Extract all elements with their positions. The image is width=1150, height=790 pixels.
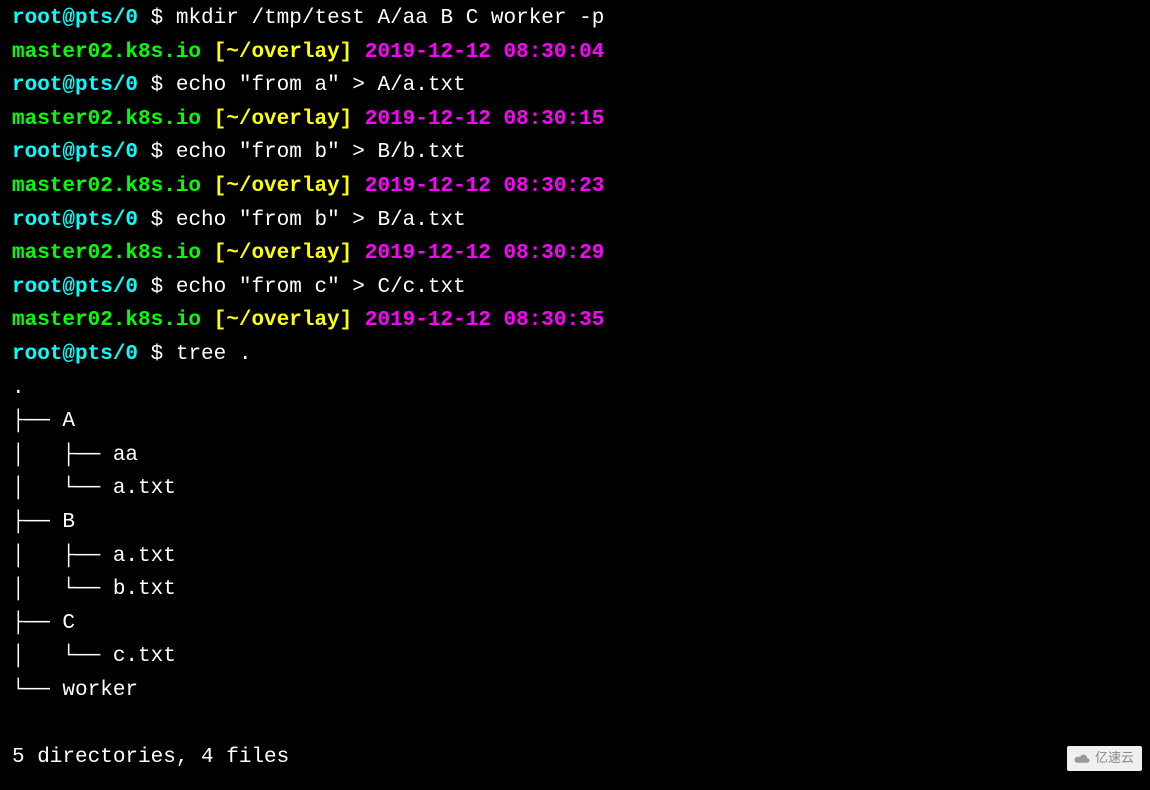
user-prompt: root@pts/0 (12, 141, 138, 164)
prompt-line: root@pts/0 $ mkdir /tmp/test A/aa B C wo… (12, 2, 1138, 36)
hostname: master02.k8s.io (12, 41, 201, 64)
path: [~/overlay] (214, 242, 353, 265)
hostname: master02.k8s.io (12, 175, 201, 198)
tree-output-root: . (12, 372, 1138, 406)
header-line: master02.k8s.io [~/overlay] 2019-12-12 0… (12, 170, 1138, 204)
header-line: master02.k8s.io [~/overlay] 2019-12-12 0… (12, 36, 1138, 70)
timestamp: 2019-12-12 08:30:23 (365, 175, 604, 198)
user-prompt: root@pts/0 (12, 276, 138, 299)
path: [~/overlay] (214, 41, 353, 64)
dollar-sign: $ (138, 7, 176, 30)
tree-output-line: ├── A (12, 405, 1138, 439)
timestamp: 2019-12-12 08:30:04 (365, 41, 604, 64)
watermark-badge: 亿速云 (1067, 746, 1142, 771)
command-text[interactable]: echo "from a" > A/a.txt (176, 74, 466, 97)
command-text[interactable]: tree . (176, 343, 252, 366)
tree-output-line: ├── B (12, 506, 1138, 540)
timestamp: 2019-12-12 08:30:15 (365, 108, 604, 131)
terminal-header-line-partial: master02.k8s.io [~/overlay] 2019-12-12 0… (12, 0, 1138, 2)
user-prompt: root@pts/0 (12, 74, 138, 97)
path: [~/overlay] (214, 175, 353, 198)
path: [~/overlay] (214, 108, 353, 131)
command-text[interactable]: mkdir /tmp/test A/aa B C worker -p (176, 7, 604, 30)
dollar-sign: $ (138, 74, 176, 97)
prompt-line: root@pts/0 $ tree . (12, 338, 1138, 372)
cloud-icon (1073, 753, 1091, 765)
tree-output-line: │ ├── aa (12, 439, 1138, 473)
watermark-text: 亿速云 (1095, 748, 1134, 769)
hostname: master02.k8s.io (12, 242, 201, 265)
command-text[interactable]: echo "from c" > C/c.txt (176, 276, 466, 299)
tree-output-line: ├── C (12, 607, 1138, 641)
tree-output-line: │ ├── a.txt (12, 540, 1138, 574)
timestamp: 2019-12-12 08:30:29 (365, 242, 604, 265)
user-prompt: root@pts/0 (12, 343, 138, 366)
dollar-sign: $ (138, 141, 176, 164)
tree-summary: 5 directories, 4 files (12, 741, 1138, 775)
prompt-line: root@pts/0 $ echo "from b" > B/a.txt (12, 204, 1138, 238)
dollar-sign: $ (138, 343, 176, 366)
tree-output-line: │ └── c.txt (12, 640, 1138, 674)
command-text[interactable]: echo "from b" > B/b.txt (176, 141, 466, 164)
user-prompt: root@pts/0 (12, 209, 138, 232)
header-line: master02.k8s.io [~/overlay] 2019-12-12 0… (12, 304, 1138, 338)
path: [~/overlay] (214, 309, 353, 332)
header-line: master02.k8s.io [~/overlay] 2019-12-12 0… (12, 237, 1138, 271)
prompt-line: root@pts/0 $ echo "from c" > C/c.txt (12, 271, 1138, 305)
header-line: master02.k8s.io [~/overlay] 2019-12-12 0… (12, 103, 1138, 137)
tree-output-line: │ └── a.txt (12, 472, 1138, 506)
hostname: master02.k8s.io (12, 108, 201, 131)
command-text[interactable]: echo "from b" > B/a.txt (176, 209, 466, 232)
dollar-sign: $ (138, 276, 176, 299)
hostname: master02.k8s.io (12, 309, 201, 332)
tree-output-line: │ └── b.txt (12, 573, 1138, 607)
timestamp: 2019-12-12 08:30:35 (365, 309, 604, 332)
prompt-line: root@pts/0 $ echo "from a" > A/a.txt (12, 69, 1138, 103)
dollar-sign: $ (138, 209, 176, 232)
tree-output-line: └── worker (12, 674, 1138, 708)
tree-blank-line (12, 707, 1138, 741)
prompt-line: root@pts/0 $ echo "from b" > B/b.txt (12, 136, 1138, 170)
user-prompt: root@pts/0 (12, 7, 138, 30)
